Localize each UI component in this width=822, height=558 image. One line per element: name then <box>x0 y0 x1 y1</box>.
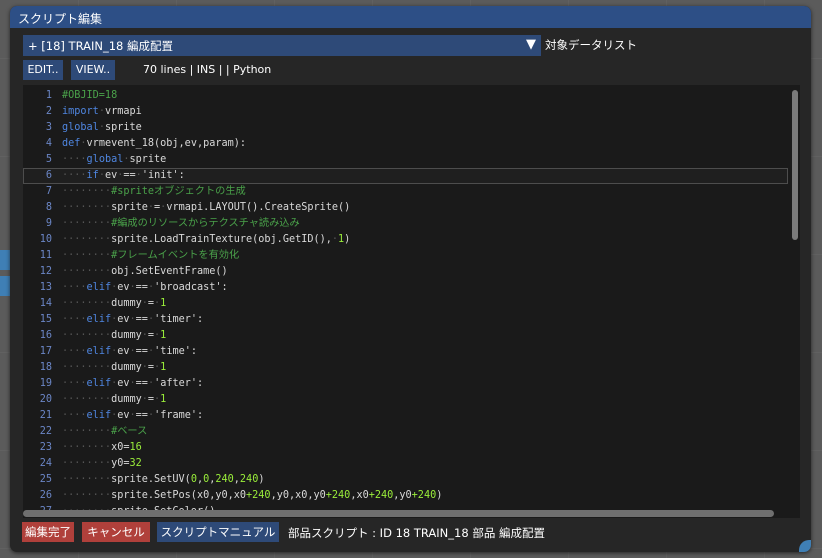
line-number: 11 <box>39 250 52 261</box>
line-number: 25 <box>39 474 52 485</box>
code-text: global·sprite <box>62 122 142 133</box>
code-text: ····elif·ev·==·'frame': <box>62 410 204 421</box>
line-number: 20 <box>39 394 52 405</box>
chevron-down-icon[interactable]: ▼ <box>522 36 540 54</box>
object-selector-value: + [18] TRAIN_18 編成配置 <box>28 39 174 53</box>
line-number: 12 <box>39 266 52 277</box>
code-line[interactable]: 9 ········#編成のリソースからテクスチャ読み込み <box>23 216 788 232</box>
line-number: 26 <box>39 490 52 501</box>
code-line[interactable]: 7 ········#spriteオブジェクトの生成 <box>23 184 788 200</box>
code-line[interactable]: 13 ····elif·ev·==·'broadcast': <box>23 280 788 296</box>
window-title: スクリプト編集 <box>18 12 103 26</box>
code-text: ········sprite·=·vrmapi.LAYOUT().CreateS… <box>62 202 351 213</box>
code-text: ········sprite.SetPos(x0,y0,x0+240,y0,x0… <box>62 490 443 501</box>
code-line[interactable]: 14 ········dummy·=·1 <box>23 296 788 312</box>
code-text: ····elif·ev·==·'time': <box>62 346 198 357</box>
line-number: 1 <box>45 90 52 101</box>
edit-menu-button[interactable]: EDIT.. <box>23 60 63 80</box>
code-line[interactable]: 23 ········x0=16 <box>23 440 788 456</box>
code-text: ····if·ev·==·'init': <box>62 170 185 181</box>
line-number: 5 <box>45 154 52 165</box>
code-text: ········dummy·=·1 <box>62 330 167 341</box>
code-line[interactable]: 25 ········sprite.SetUV(0,0,240,240) <box>23 472 788 488</box>
code-text: #OBJID=18 <box>62 90 118 101</box>
code-text: ········#フレームイベントを有効化 <box>62 250 240 261</box>
code-text: ········dummy·=·1 <box>62 362 167 373</box>
code-line[interactable]: 17 ····elif·ev·==·'time': <box>23 344 788 360</box>
code-text: ········#ベース <box>62 426 148 437</box>
vertical-scrollbar[interactable] <box>792 90 798 508</box>
line-number: 15 <box>39 314 52 325</box>
code-text: def·vrmevent_18(obj,ev,param): <box>62 138 247 149</box>
line-number: 16 <box>39 330 52 341</box>
line-number: 19 <box>39 378 52 389</box>
line-number: 14 <box>39 298 52 309</box>
code-line[interactable]: 21 ····elif·ev·==·'frame': <box>23 408 788 424</box>
code-line[interactable]: 24 ········y0=32 <box>23 456 788 472</box>
line-number: 4 <box>45 138 52 149</box>
finish-edit-button[interactable]: 編集完了 <box>22 522 74 542</box>
code-text: ········dummy·=·1 <box>62 394 167 405</box>
line-number: 23 <box>39 442 52 453</box>
line-number: 24 <box>39 458 52 469</box>
line-number: 9 <box>45 218 52 229</box>
code-text: import·vrmapi <box>62 106 142 117</box>
titlebar[interactable]: スクリプト編集 <box>10 6 811 28</box>
code-line[interactable]: 12 ········obj.SetEventFrame() <box>23 264 788 280</box>
line-number: 22 <box>39 426 52 437</box>
code-text: ········dummy·=·1 <box>62 298 167 309</box>
code-editor[interactable]: 1 #OBJID=18 2 import·vrmapi 3 global·sprite 4 d… <box>23 85 800 518</box>
line-number: 13 <box>39 282 52 293</box>
target-data-list-label: 対象データリスト <box>545 38 637 52</box>
line-number: 2 <box>45 106 52 117</box>
code-line[interactable]: 11 ········#フレームイベントを有効化 <box>23 248 788 264</box>
vertical-scrollbar-thumb[interactable] <box>792 90 798 240</box>
horizontal-scrollbar[interactable] <box>23 510 774 517</box>
line-number: 10 <box>39 234 52 245</box>
view-menu-button[interactable]: VIEW.. <box>71 60 115 80</box>
code-line[interactable]: 6 ····if·ev·==·'init': <box>23 168 788 184</box>
code-text: ········sprite.SetUV(0,0,240,240) <box>62 474 265 485</box>
script-manual-button[interactable]: スクリプトマニュアル <box>157 522 279 542</box>
code-line[interactable]: 8 ········sprite·=·vrmapi.LAYOUT().Create… <box>23 200 788 216</box>
code-line[interactable]: 18 ········dummy·=·1 <box>23 360 788 376</box>
part-script-label: 部品スクリプト : ID 18 TRAIN_18 部品 編成配置 <box>288 526 545 540</box>
code-line[interactable]: 26 ········sprite.SetPos(x0,y0,x0+240,y0,… <box>23 488 788 504</box>
line-number: 8 <box>45 202 52 213</box>
code-text: ····elif·ev·==·'after': <box>62 378 204 389</box>
line-number: 7 <box>45 186 52 197</box>
code-line[interactable]: 20 ········dummy·=·1 <box>23 392 788 408</box>
code-text: ········y0=32 <box>62 458 142 469</box>
code-text: ········#編成のリソースからテクスチャ読み込み <box>62 218 300 229</box>
code-line[interactable]: 4 def·vrmevent_18(obj,ev,param): <box>23 136 788 152</box>
code-line[interactable]: 22 ········#ベース <box>23 424 788 440</box>
code-line[interactable]: 16 ········dummy·=·1 <box>23 328 788 344</box>
code-text: ····elif·ev·==·'timer': <box>62 314 204 325</box>
line-number: 18 <box>39 362 52 373</box>
code-line[interactable]: 10 ········sprite.LoadTrainTexture(obj.Ge… <box>23 232 788 248</box>
line-number: 21 <box>39 410 52 421</box>
code-line[interactable]: 2 import·vrmapi <box>23 104 788 120</box>
line-number: 6 <box>45 170 52 181</box>
code-line[interactable]: 1 #OBJID=18 <box>23 88 788 104</box>
object-selector[interactable]: + [18] TRAIN_18 編成配置 <box>23 35 541 56</box>
cancel-button[interactable]: キャンセル <box>82 522 150 542</box>
line-number: 3 <box>45 122 52 133</box>
code-line[interactable]: 19 ····elif·ev·==·'after': <box>23 376 788 392</box>
code-line[interactable]: 15 ····elif·ev·==·'timer': <box>23 312 788 328</box>
script-editor-window: スクリプト編集 + [18] TRAIN_18 編成配置 ▼ 対象データリスト … <box>10 6 811 552</box>
code-line[interactable]: 3 global·sprite <box>23 120 788 136</box>
code-line[interactable]: 5 ····global·sprite <box>23 152 788 168</box>
resize-handle[interactable] <box>799 540 811 552</box>
code-text: ····elif·ev·==·'broadcast': <box>62 282 228 293</box>
code-text: ········#spriteオブジェクトの生成 <box>62 186 246 197</box>
code-text: ········x0=16 <box>62 442 142 453</box>
code-text: ········obj.SetEventFrame() <box>62 266 228 277</box>
editor-status: 70 lines | INS | | Python <box>143 63 272 76</box>
code-text: ········sprite.LoadTrainTexture(obj.GetI… <box>62 234 351 245</box>
code-text: ····global·sprite <box>62 154 167 165</box>
line-number: 17 <box>39 346 52 357</box>
